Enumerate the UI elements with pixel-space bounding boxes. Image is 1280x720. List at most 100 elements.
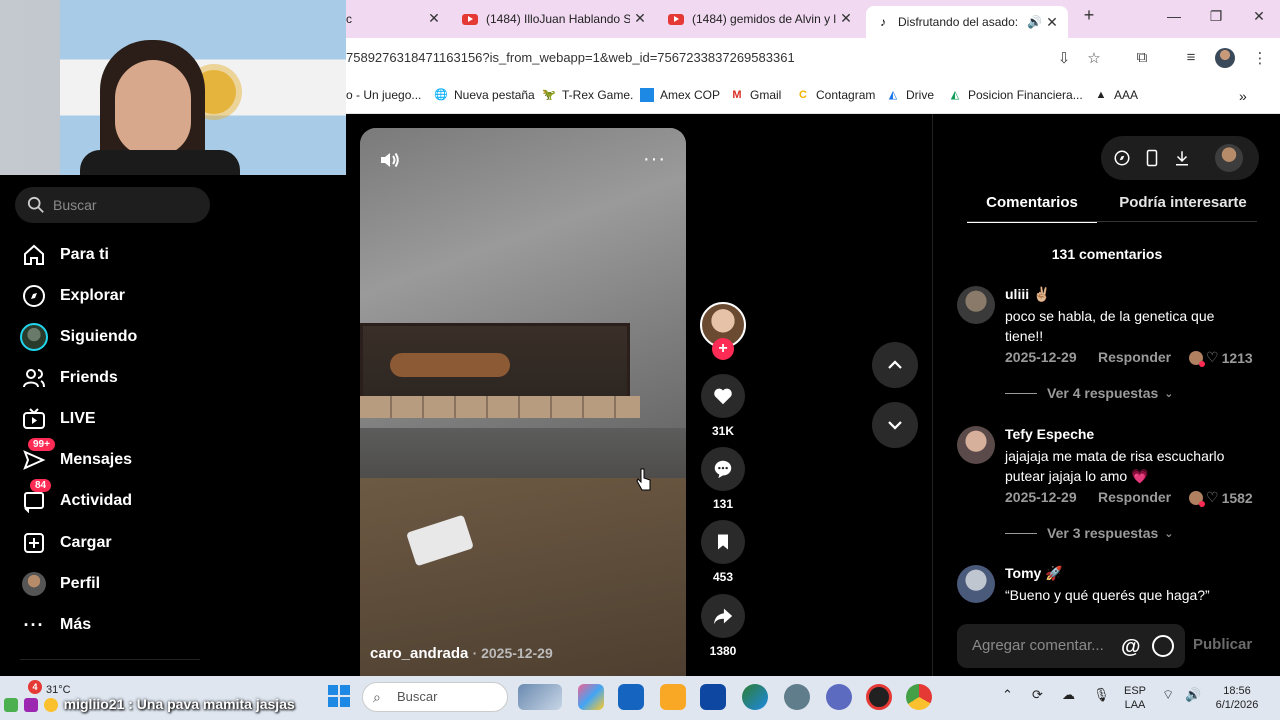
like-button[interactable] [701,374,745,418]
wifi-icon[interactable]: ⌔ [1162,688,1174,702]
sidebar-item-explorar[interactable]: Explorar [20,282,125,310]
windows-start-icon[interactable] [328,685,350,707]
browser-menu-icon[interactable]: ⋮ [1250,49,1270,67]
tab-podria-interesarte[interactable]: Podría interesarte [1109,194,1257,221]
tab-comentarios[interactable]: Comentarios [967,194,1097,223]
bookmark-item[interactable]: o - Un juego... [346,88,421,102]
search-input[interactable]: Buscar [15,187,210,223]
chevron-up-icon[interactable]: ⌃ [1002,688,1013,702]
next-video-button[interactable] [872,402,918,448]
comment-like-button[interactable]: ♡ 1213 [1189,349,1253,367]
bookmark-item[interactable]: C Contagram [796,88,875,102]
close-icon[interactable]: ✕ [1044,14,1060,31]
bookmark-item[interactable]: ▲ AAA [1094,88,1138,102]
mention-icon[interactable]: @ [1121,636,1141,659]
edge-icon[interactable] [742,684,768,710]
file-explorer-icon[interactable] [660,684,686,710]
close-icon[interactable]: ✕ [838,10,854,27]
close-icon[interactable]: ✕ [426,10,442,27]
author-name[interactable]: caro_andrada [370,645,468,662]
bookmark-item[interactable]: ◭ Drive [886,88,934,102]
maximize-icon[interactable]: ❐ [1206,8,1226,25]
store-icon[interactable] [700,684,726,710]
bookmark-item[interactable]: 🦖 T-Rex Game. [542,88,633,102]
sidebar-item-live[interactable]: LIVE [20,405,96,433]
sidebar-item-cargar[interactable]: Cargar [20,529,112,557]
save-button[interactable] [701,520,745,564]
sidebar-item-para-ti[interactable]: Para ti [20,241,109,269]
mobile-icon[interactable] [1143,149,1161,167]
commenter-avatar[interactable] [957,286,995,324]
sidebar-item-mas[interactable]: ··· Más [20,611,92,639]
commenter-name[interactable]: uliii ✌🏼 [1005,286,1050,303]
sidebar-item-friends[interactable]: Friends [20,364,118,392]
publish-button[interactable]: Publicar [1193,636,1252,653]
add-comment-input[interactable]: Agregar comentar... [957,624,1185,668]
settings-icon[interactable] [784,684,810,710]
close-icon[interactable]: ✕ [632,10,648,27]
commenter-avatar[interactable] [957,565,995,603]
media-control-icon[interactable]: ≡ [1181,49,1201,66]
bookmark-item[interactable]: Amex COP [640,88,720,102]
volume-icon[interactable] [378,148,402,172]
share-button[interactable] [701,594,745,638]
extensions-icon[interactable]: ⧉ [1132,49,1152,66]
install-app-icon[interactable]: ⇩ [1054,49,1074,67]
sidebar-item-actividad[interactable]: 84 Actividad [20,479,132,515]
more-bookmarks-icon[interactable]: » [1239,88,1247,104]
chrome-icon[interactable] [906,684,932,710]
chevron-down-icon: ⌄ [1164,527,1174,540]
commenter-name[interactable]: Tomy 🚀 [1005,565,1063,582]
clock[interactable]: 18:56 6/1/2026 [1212,684,1262,712]
follow-button[interactable]: + [712,338,734,360]
view-replies-button[interactable]: Ver 4 respuestas ⌄ [1005,385,1174,401]
view-replies-button[interactable]: Ver 3 respuestas ⌄ [1005,525,1174,541]
comment-button[interactable] [701,447,745,491]
speaker-icon[interactable]: 🔊 [1185,688,1201,702]
new-tab-icon[interactable]: + [1079,5,1099,26]
browser-tab[interactable]: (1484) IlloJuan Hablando So ✕ [462,6,648,32]
commenter-avatar[interactable] [957,426,995,464]
cloud-icon[interactable]: ☁ [1062,688,1075,702]
widgets-icon[interactable] [518,684,562,710]
window-close-icon[interactable]: ✕ [1249,8,1269,25]
browser-tab-active[interactable]: ♪ Disfrutando del asado: R 🔊 ✕ [866,6,1068,38]
sidebar-item-siguiendo[interactable]: Siguiendo [20,323,137,351]
commenter-name[interactable]: Tefy Espeche [1005,426,1094,442]
bookmark-item[interactable]: M Gmail [730,88,781,102]
obs-icon[interactable] [866,684,892,710]
language-indicator[interactable]: ESP LAA [1120,684,1150,712]
share-count: 1380 [709,644,737,658]
profile-avatar-icon[interactable] [1215,48,1235,68]
outlook-icon[interactable] [618,684,644,710]
reply-button[interactable]: Responder [1098,489,1171,505]
webcam-overlay [0,0,346,175]
download-icon[interactable] [1173,149,1191,167]
microphone-icon[interactable]: 🎙 [1093,688,1110,702]
sidebar-item-mensajes[interactable]: 99+ Mensajes [20,438,132,474]
speaker-icon[interactable]: 🔊 [1027,15,1042,29]
minimize-icon[interactable]: — [1164,8,1184,24]
browser-tab[interactable]: (1484) gemidos de Alvin y la ✕ [668,6,854,32]
search-icon: ⌕ [373,689,381,705]
browser-tab[interactable]: c ✕ [346,6,442,32]
previous-video-button[interactable] [872,342,918,388]
taskbar-search[interactable]: ⌕ Buscar [362,682,508,712]
video-player[interactable]: ··· caro_andrada · 2025-12-29 [360,128,686,676]
video-author[interactable]: caro_andrada · 2025-12-29 [370,645,553,662]
weather-widget[interactable]: 31°C [46,684,71,696]
more-options-icon[interactable]: ··· [643,148,666,171]
comment-like-button[interactable]: ♡ 1582 [1189,489,1253,507]
bookmark-star-icon[interactable]: ☆ [1084,49,1104,67]
emoji-icon[interactable] [1152,635,1174,657]
profile-avatar-icon[interactable] [1215,144,1243,172]
bookmark-item[interactable]: 🌐 Nueva pestaña [434,88,535,102]
url-field[interactable]: 7589276318471163156?is_from_webapp=1&web… [346,50,795,65]
sync-icon[interactable]: ⟳ [1032,688,1043,702]
reply-button[interactable]: Responder [1098,349,1171,365]
sidebar-item-perfil[interactable]: Perfil [20,570,100,598]
compass-icon[interactable] [1113,149,1131,167]
discord-icon[interactable] [826,684,852,710]
bookmark-item[interactable]: ◭ Posicion Financiera... [948,88,1083,102]
copilot-icon[interactable] [578,684,604,710]
